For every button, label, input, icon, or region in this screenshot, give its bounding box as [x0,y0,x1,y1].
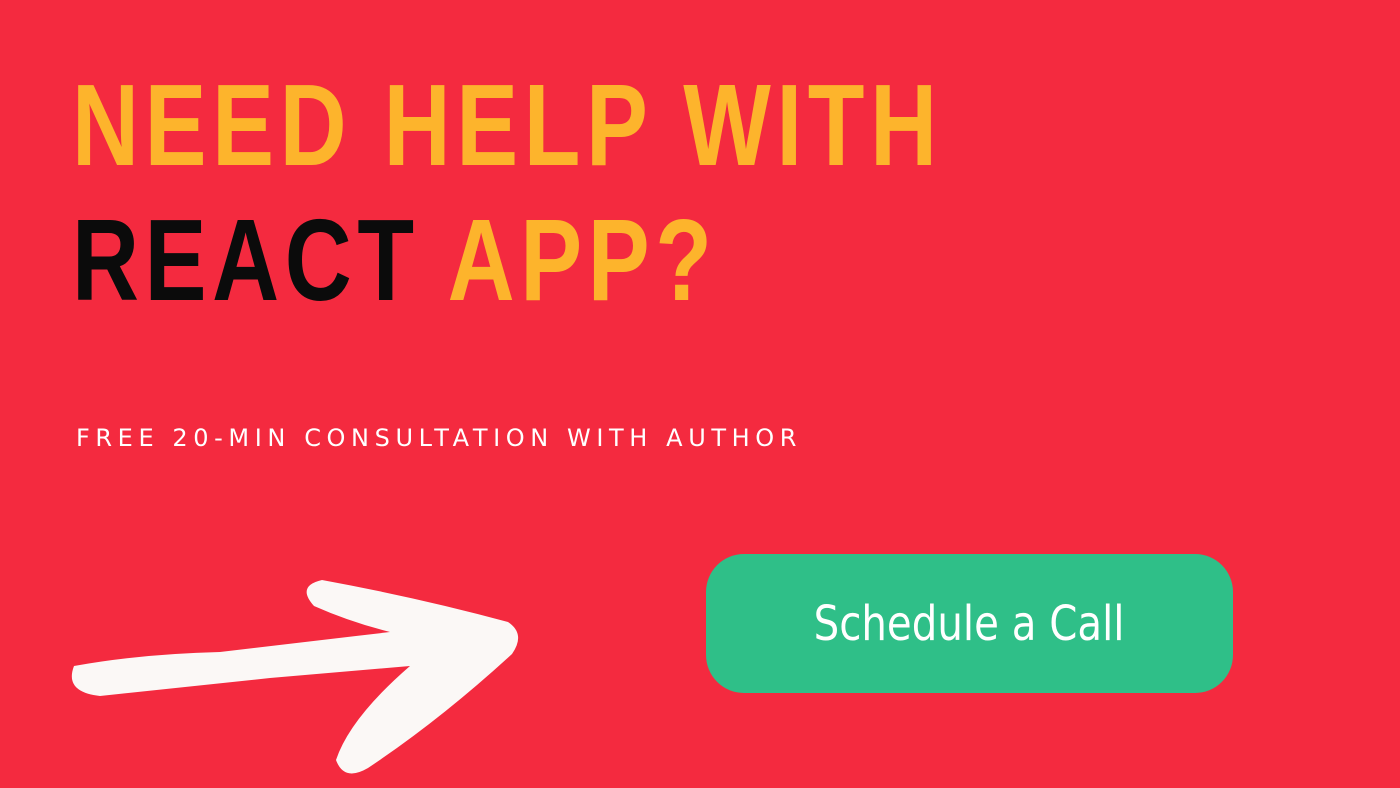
promo-banner: NEED HELP WITH REACT APP? FREE 20-MIN CO… [0,0,1400,788]
headline: NEED HELP WITH REACT APP? [72,58,943,328]
schedule-call-button[interactable]: Schedule a Call [706,554,1233,693]
headline-react-word: REACT [72,195,420,325]
headline-line-1: NEED HELP WITH [72,60,943,190]
headline-app-word: APP? [447,195,718,325]
schedule-call-label: Schedule a Call [814,595,1125,652]
subheading: FREE 20-MIN CONSULTATION WITH AUTHOR [76,424,803,452]
arrow-right-icon [71,580,519,774]
headline-line-2: REACT APP? [72,193,943,328]
